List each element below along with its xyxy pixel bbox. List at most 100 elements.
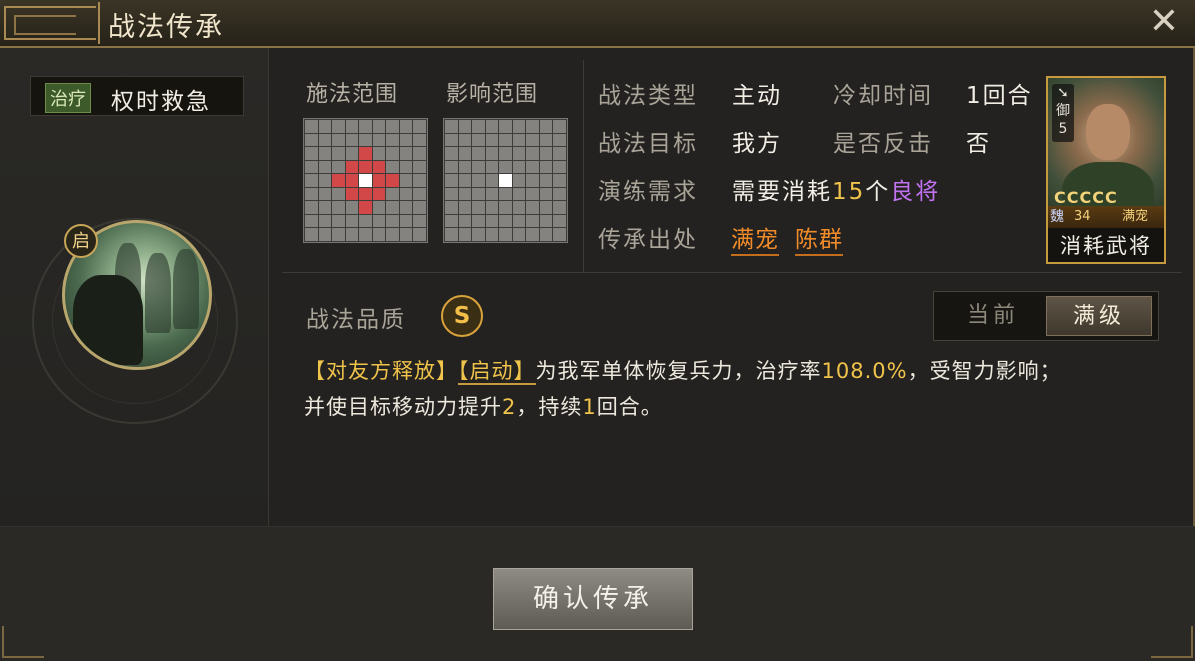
grid-cell <box>499 160 512 174</box>
grid-cell <box>458 120 472 133</box>
skill-name-box: 治疗 权时救急 <box>30 76 244 116</box>
grid-cell <box>458 174 472 187</box>
grid-cell <box>305 187 318 201</box>
grid-cell <box>445 120 458 133</box>
grid-cell <box>485 214 499 228</box>
grid-cell <box>485 120 499 133</box>
grid-cell <box>386 133 399 147</box>
grid-cell <box>512 201 526 214</box>
grid-cell <box>445 228 458 241</box>
grid-cell <box>472 160 485 174</box>
level-toggle: 当前 满级 <box>933 291 1159 341</box>
grid-cell <box>526 214 539 228</box>
rank-icon: ➘ <box>1057 85 1069 101</box>
grid-cell <box>372 201 386 214</box>
type-value: 主动 <box>732 83 782 109</box>
toggle-current[interactable]: 当前 <box>940 296 1046 336</box>
grid-cell <box>485 174 499 187</box>
grid-cell <box>318 174 332 187</box>
skill-tag: 治疗 <box>45 83 91 113</box>
grid-cell <box>413 174 426 187</box>
grid-cell <box>345 201 359 214</box>
general-info-bar: 魏 34 满宠 <box>1048 206 1164 228</box>
counter-label: 是否反击 <box>833 131 933 157</box>
source-link-2[interactable]: 陈群 <box>795 220 843 256</box>
confirm-inherit-button[interactable]: 确认传承 <box>493 568 693 630</box>
grid-cell <box>445 214 458 228</box>
grid-cell <box>413 187 426 201</box>
desc-heal-rate: 108.0% <box>821 359 908 383</box>
corner-ornament <box>1151 626 1193 658</box>
grid-cell <box>345 147 359 160</box>
grid-cell <box>345 133 359 147</box>
grid-cell <box>445 133 458 147</box>
grid-cell <box>305 228 318 241</box>
source-link-1[interactable]: 满宠 <box>731 220 779 256</box>
practice-prefix: 需要消耗 <box>732 179 832 205</box>
grid-cell <box>399 228 413 241</box>
grid-cell <box>345 120 359 133</box>
title-ornament <box>4 6 96 40</box>
grid-cell <box>399 160 413 174</box>
grid-cell <box>359 120 372 133</box>
grid-cell <box>318 147 332 160</box>
grid-cell <box>345 174 359 187</box>
ghost-figure <box>173 249 199 329</box>
grid-cell <box>305 201 318 214</box>
grid-cell <box>472 187 485 201</box>
grid-cell <box>499 228 512 241</box>
grid-cell <box>372 160 386 174</box>
grid-cell <box>413 201 426 214</box>
grid-cell <box>526 174 539 187</box>
horizontal-divider <box>282 272 1182 273</box>
description-line-1: 【对友方释放】【启动】为我军单体恢复兵力，治疗率108.0%，受智力影响； <box>304 355 1164 385</box>
grid-cell <box>472 228 485 241</box>
grid-cell <box>499 214 512 228</box>
grid-cell <box>485 187 499 201</box>
grid-cell <box>332 201 345 214</box>
grid-cell <box>305 147 318 160</box>
general-kingdom: 魏 <box>1050 209 1064 225</box>
close-button[interactable]: ✕ <box>1145 4 1183 42</box>
target-label: 战法目标 <box>598 131 698 157</box>
grid-cell <box>539 147 553 160</box>
practice-unit: 个 <box>865 179 891 205</box>
desc-text-5: 回合。 <box>596 395 663 419</box>
toggle-max-level[interactable]: 满级 <box>1046 296 1152 336</box>
rank-number: 5 <box>1058 121 1068 137</box>
grid-cell <box>512 120 526 133</box>
grid-cell <box>332 147 345 160</box>
grid-cell <box>305 160 318 174</box>
grid-cell <box>458 133 472 147</box>
grid-cell <box>345 187 359 201</box>
grid-cell <box>399 214 413 228</box>
grid-cell <box>372 133 386 147</box>
grid-cell <box>458 228 472 241</box>
grid-cell <box>413 147 426 160</box>
grid-cell <box>445 160 458 174</box>
grid-cell <box>332 174 345 187</box>
grid-cell <box>399 174 413 187</box>
grid-cell <box>553 147 566 160</box>
grid-cell <box>318 228 332 241</box>
grid-cell <box>553 160 566 174</box>
grid-cell <box>539 120 553 133</box>
quality-grade-badge: S <box>441 295 483 337</box>
grid-cell <box>359 174 372 187</box>
grid-cell <box>472 133 485 147</box>
grid-cell <box>499 147 512 160</box>
grid-cell <box>526 120 539 133</box>
grid-cell <box>499 174 512 187</box>
grid-cell <box>332 133 345 147</box>
general-card[interactable]: ➘ 御 5 CCCCC 魏 34 满宠 消耗武将 <box>1046 76 1166 264</box>
grid-cell <box>399 201 413 214</box>
grid-cell <box>458 160 472 174</box>
grid-cell <box>372 187 386 201</box>
grid-cell <box>345 160 359 174</box>
general-stars: CCCCC <box>1054 188 1118 207</box>
grid-cell <box>539 201 553 214</box>
grid-cell <box>526 228 539 241</box>
grid-cell <box>399 133 413 147</box>
title-bar: 战法传承 ✕ <box>0 0 1195 48</box>
grid-cell <box>332 214 345 228</box>
